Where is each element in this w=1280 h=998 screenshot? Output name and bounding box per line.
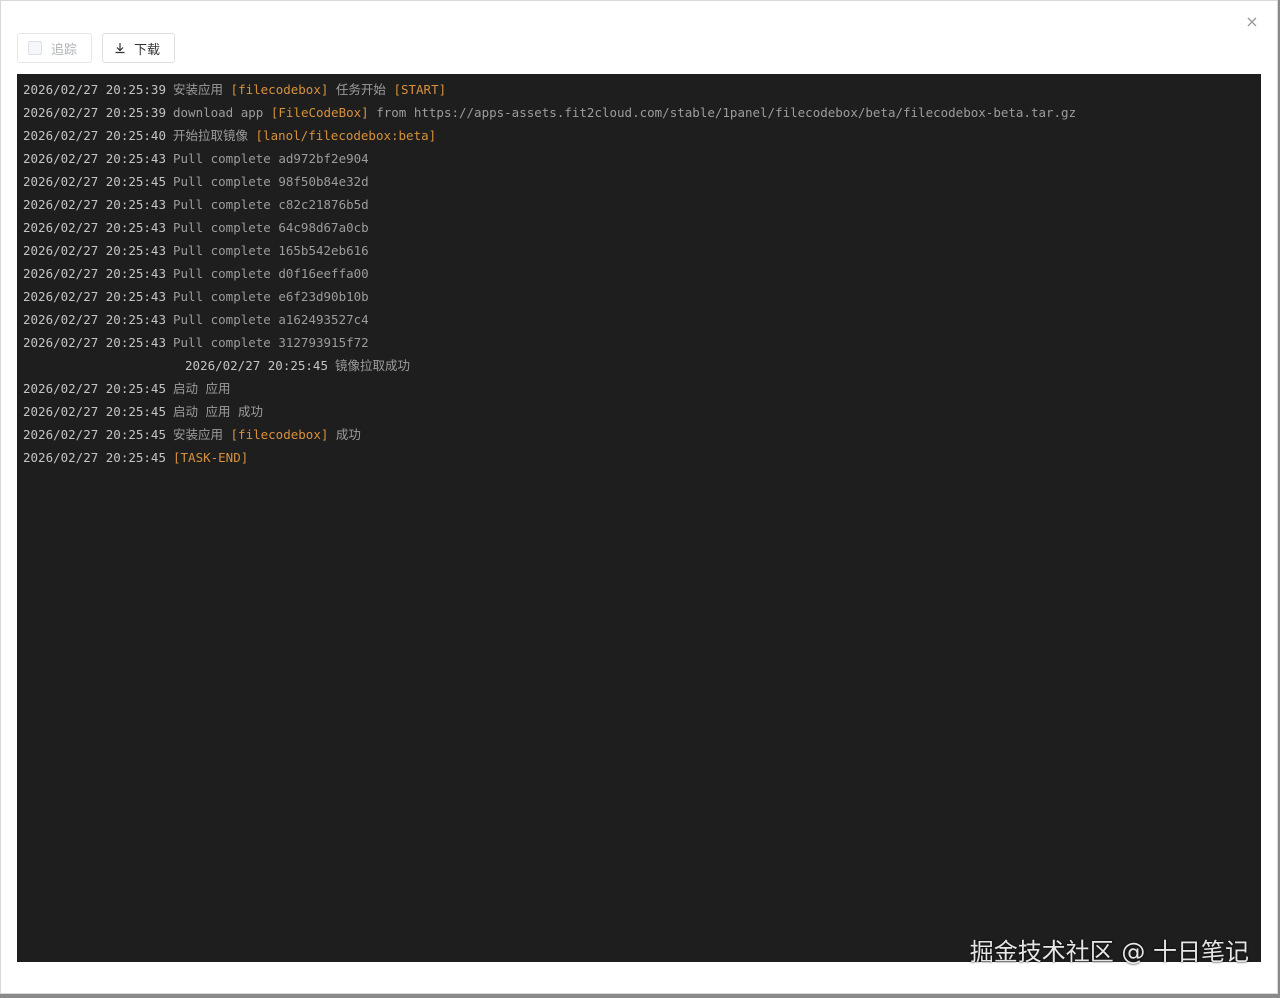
log-line: 2026/02/27 20:25:43 Pull complete a162493… [23, 308, 1261, 331]
log-timestamp: 2026/02/27 20:25:45 [185, 358, 328, 373]
log-text: Pull complete 165b542eb616 [173, 243, 369, 258]
log-timestamp: 2026/02/27 20:25:45 [23, 381, 166, 396]
log-line: 2026/02/27 20:25:45 安装应用 [filecodebox] 成功 [23, 423, 1261, 446]
log-timestamp: 2026/02/27 20:25:43 [23, 151, 166, 166]
log-timestamp: 2026/02/27 20:25:43 [23, 243, 166, 258]
log-timestamp: 2026/02/27 20:25:43 [23, 312, 166, 327]
log-text: 镜像拉取成功 [335, 358, 411, 373]
log-line: 2026/02/27 20:25:43 Pull complete e6f23d9… [23, 285, 1261, 308]
log-timestamp: 2026/02/27 20:25:39 [23, 105, 166, 120]
log-timestamp: 2026/02/27 20:25:43 [23, 266, 166, 281]
log-line: 2026/02/27 20:25:45 [TASK-END] [23, 446, 1261, 469]
log-highlight: [filecodebox] [230, 82, 329, 97]
log-text: 安装应用 [173, 82, 224, 97]
log-timestamp: 2026/02/27 20:25:45 [23, 174, 166, 189]
log-line: 2026/02/27 20:25:45 镜像拉取成功 [23, 354, 1261, 377]
log-text: Pull complete 64c98d67a0cb [173, 220, 369, 235]
log-text: Pull complete 98f50b84e32d [173, 174, 369, 189]
log-text: Pull complete d0f16eeffa00 [173, 266, 369, 281]
log-timestamp: 2026/02/27 20:25:43 [23, 335, 166, 350]
log-text: 开始拉取镜像 [173, 128, 256, 143]
log-highlight: [filecodebox] [230, 427, 329, 442]
log-line: 2026/02/27 20:25:43 Pull complete c82c218… [23, 193, 1261, 216]
log-text: from https://apps-assets.fit2cloud.com/s… [368, 105, 1077, 120]
log-text: Pull complete a162493527c4 [173, 312, 369, 327]
log-line: 2026/02/27 20:25:45 启动 应用 [23, 377, 1261, 400]
log-line: 2026/02/27 20:25:45 Pull complete 98f50b8… [23, 170, 1261, 193]
log-line: 2026/02/27 20:25:39 安装应用 [filecodebox] 任务… [23, 78, 1261, 101]
log-output-terminal[interactable]: 2026/02/27 20:25:39 安装应用 [filecodebox] 任务… [17, 74, 1261, 962]
log-line: 2026/02/27 20:25:43 Pull complete 165b542… [23, 239, 1261, 262]
log-line: 2026/02/27 20:25:43 Pull complete ad972bf… [23, 147, 1261, 170]
log-line: 2026/02/27 20:25:43 Pull complete 64c98d6… [23, 216, 1261, 239]
log-toolbar: 追踪 下载 [17, 33, 176, 65]
log-line: 2026/02/27 20:25:43 Pull complete 3127939… [23, 331, 1261, 354]
log-timestamp: 2026/02/27 20:25:43 [23, 220, 166, 235]
checkbox-icon[interactable] [28, 41, 42, 55]
log-text: 成功 [328, 427, 361, 442]
log-text: Pull complete e6f23d90b10b [173, 289, 369, 304]
log-timestamp: 2026/02/27 20:25:43 [23, 197, 166, 212]
log-timestamp: 2026/02/27 20:25:43 [23, 289, 166, 304]
log-line: 2026/02/27 20:25:39 download app [FileCod… [23, 101, 1261, 124]
follow-checkbox-button[interactable]: 追踪 [17, 33, 93, 63]
log-highlight: [TASK-END] [173, 450, 249, 465]
log-text: download app [173, 105, 271, 120]
log-line: 2026/02/27 20:25:43 Pull complete d0f16ee… [23, 262, 1261, 285]
watermark: 掘金技术社区 @ 十日笔记 [969, 938, 1249, 966]
download-icon [115, 43, 125, 54]
log-text: 安装应用 [173, 427, 231, 442]
close-icon[interactable]: × [1241, 11, 1263, 33]
log-text: 启动 应用 [173, 381, 231, 396]
log-highlight: [FileCodeBox] [270, 105, 369, 120]
log-highlight: [lanol/filecodebox:beta] [255, 128, 437, 143]
log-text: 任务开始 [328, 82, 394, 97]
task-log-dialog: × 追踪 下载 2026/02/27 20:25:39 安装应用 [filecod… [0, 0, 1278, 994]
download-label: 下载 [134, 42, 161, 58]
follow-label: 追踪 [51, 42, 78, 58]
log-timestamp: 2026/02/27 20:25:39 [23, 82, 166, 97]
log-timestamp: 2026/02/27 20:25:45 [23, 450, 166, 465]
log-timestamp: 2026/02/27 20:25:45 [23, 427, 166, 442]
log-text: Pull complete 312793915f72 [173, 335, 369, 350]
log-timestamp: 2026/02/27 20:25:40 [23, 128, 166, 143]
log-line: 2026/02/27 20:25:45 启动 应用 成功 [23, 400, 1261, 423]
log-text: 启动 应用 成功 [173, 404, 264, 419]
log-timestamp: 2026/02/27 20:25:45 [23, 404, 166, 419]
log-text: Pull complete ad972bf2e904 [173, 151, 369, 166]
log-text: Pull complete c82c21876b5d [173, 197, 369, 212]
log-highlight: [START] [393, 82, 447, 97]
log-line: 2026/02/27 20:25:40 开始拉取镜像 [lanol/filecod… [23, 124, 1261, 147]
download-button[interactable]: 下载 [102, 33, 176, 63]
